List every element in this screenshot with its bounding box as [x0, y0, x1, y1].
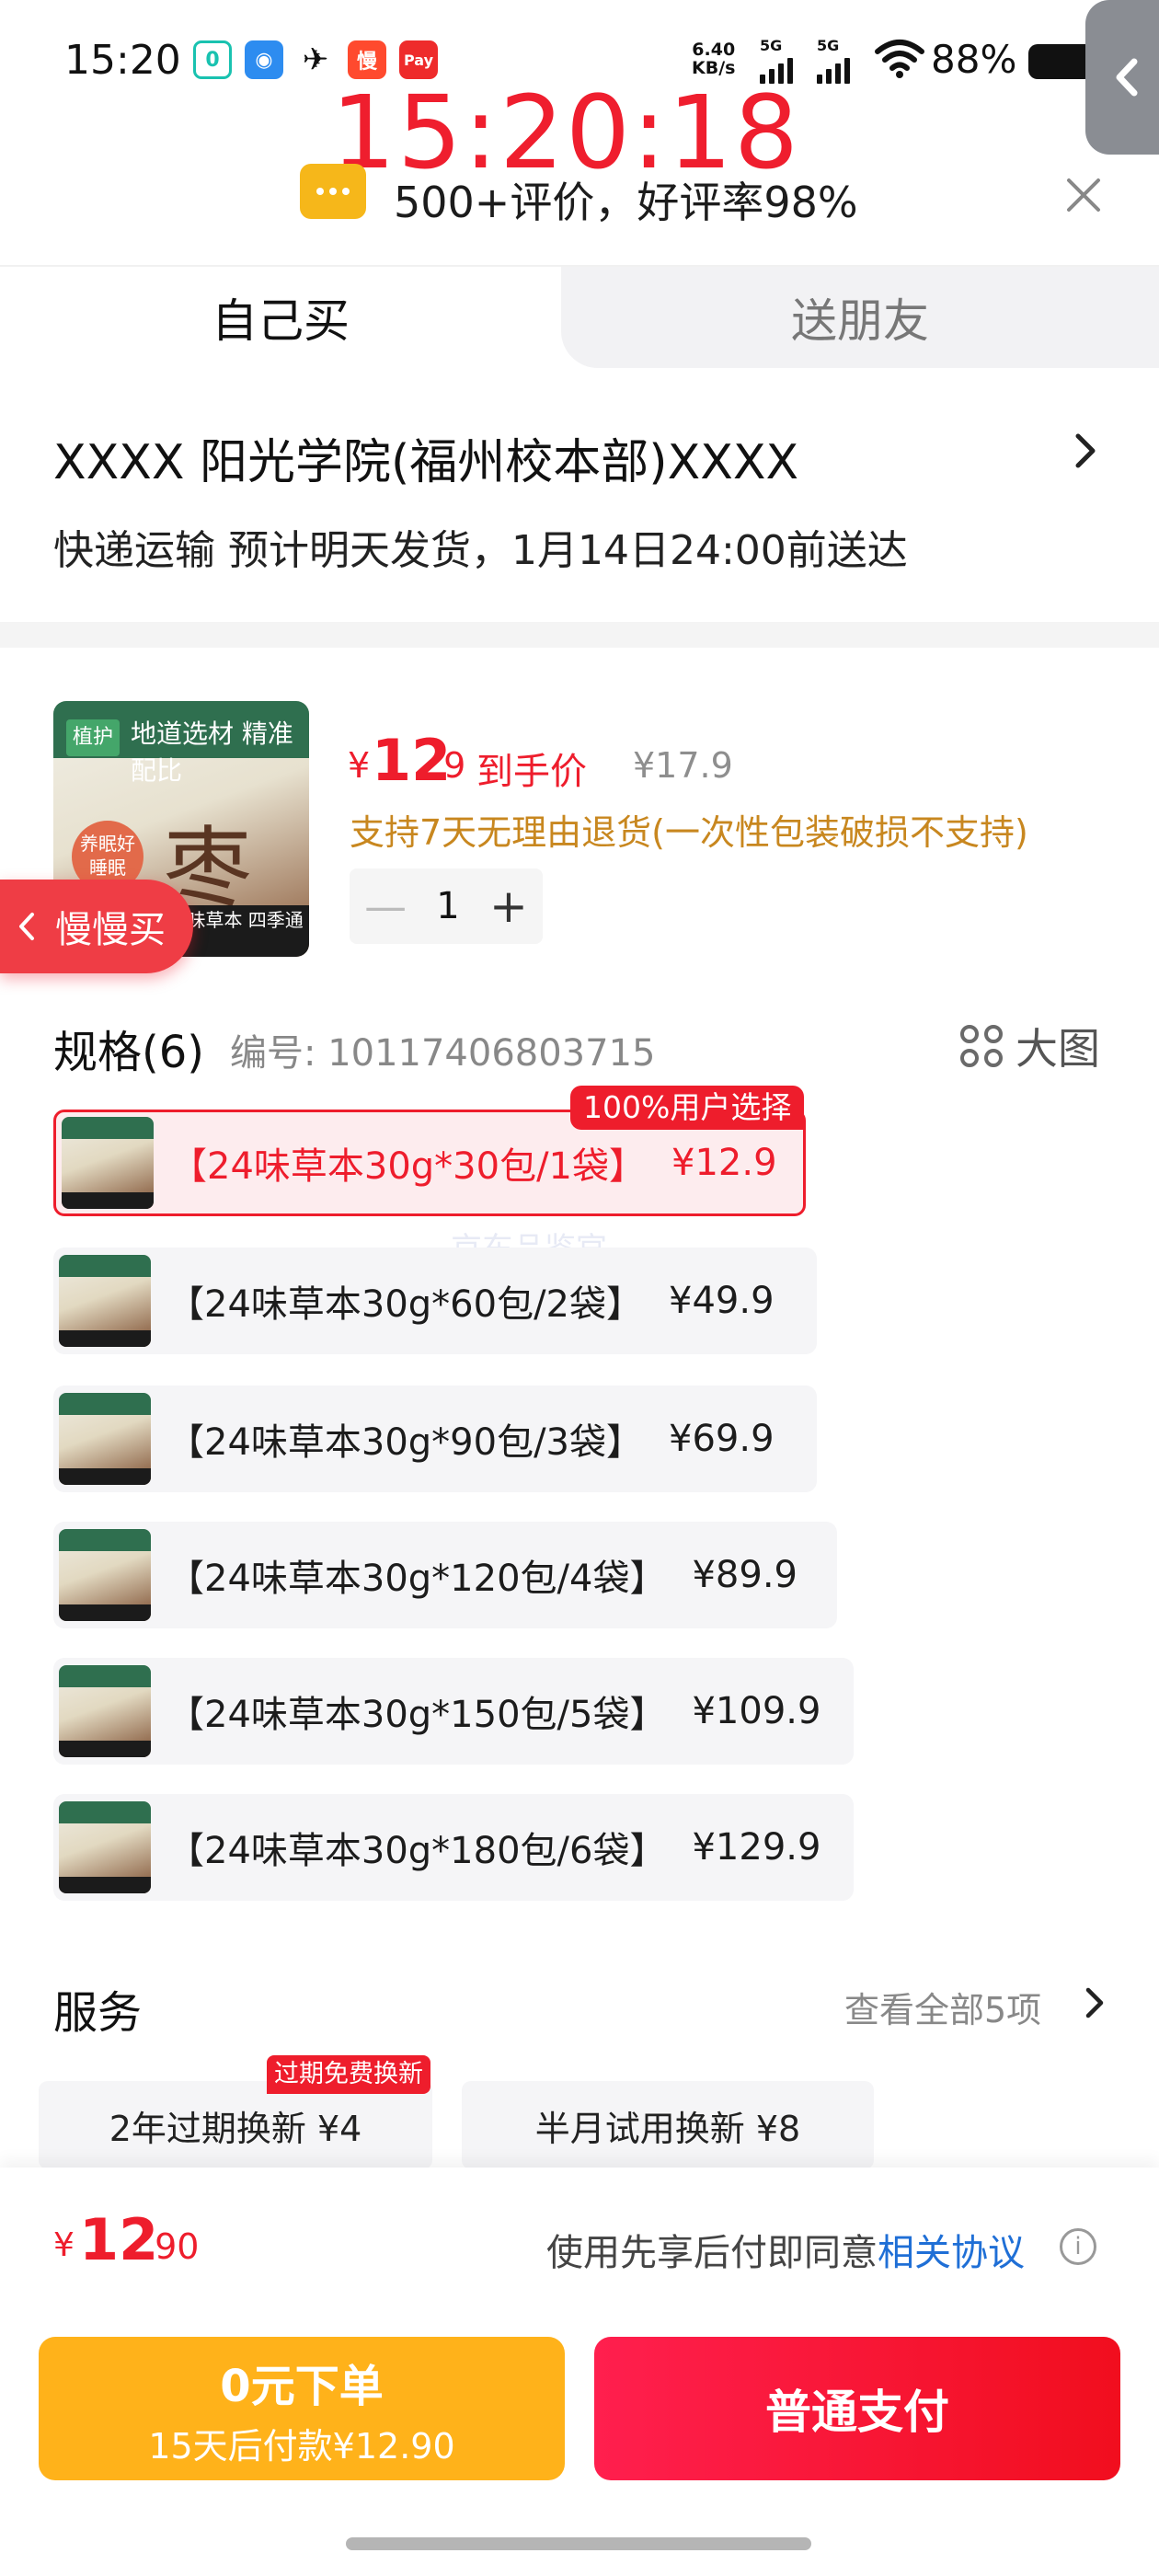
- service-title: 服务: [53, 1987, 143, 2039]
- slow-buy-floating-button[interactable]: 慢慢买: [0, 880, 193, 973]
- spec-option-price: ¥12.9: [671, 1142, 777, 1184]
- signal-2-label: 5G: [817, 37, 840, 54]
- home-indicator[interactable]: [346, 2537, 811, 2550]
- spec-option-image: [59, 1255, 151, 1347]
- total-currency: ¥: [53, 2226, 75, 2264]
- spec-option[interactable]: 【24味草本30g*90包/3袋】 ¥69.9: [53, 1386, 817, 1492]
- spec-option-image: [59, 1393, 151, 1485]
- product-image-brand-tag: 植护: [66, 719, 120, 756]
- spec-title: 规格(6): [53, 1027, 204, 1078]
- quantity-stepper: — 1 +: [350, 868, 543, 944]
- spec-code: 编号: 10117406803715: [230, 1032, 656, 1075]
- spec-option-name: 【24味草本30g*120包/4袋】: [167, 1558, 667, 1600]
- chevron-right-icon[interactable]: [1073, 431, 1098, 471]
- net-speed-value: 6.40: [692, 40, 736, 60]
- chevron-right-icon[interactable]: [1084, 1985, 1106, 2020]
- spec-option-name: 【24味草本30g*150包/5袋】: [167, 1694, 667, 1736]
- pay-later-button[interactable]: 0元下单 15天后付款¥12.90: [39, 2337, 565, 2480]
- quantity-value[interactable]: 1: [436, 885, 459, 927]
- spec-option[interactable]: 【24味草本30g*120包/4袋】 ¥89.9: [53, 1522, 837, 1628]
- service-option-label: 2年过期换新 ¥4: [109, 2108, 362, 2149]
- decrease-button[interactable]: —: [364, 881, 407, 931]
- slow-buy-label: 慢慢买: [55, 909, 166, 951]
- shipping-estimate: 快递运输 预计明天发货，1月14日24:00前送达: [53, 527, 908, 574]
- delivery-address[interactable]: XXXX 阳光学院(福州校本部)XXXX: [53, 423, 798, 492]
- agreement-text: 使用先享后付即同意相关协议: [546, 2223, 1025, 2276]
- service-option-expiry[interactable]: 2年过期换新 ¥4: [39, 2081, 432, 2169]
- grid-icon: [960, 1025, 1003, 1067]
- net-speed: 6.40 KB/s: [692, 40, 735, 77]
- price-label: 到手价: [476, 751, 587, 793]
- service-option-trial[interactable]: 半月试用换新 ¥8: [462, 2081, 874, 2169]
- service-option-label: 半月试用换新 ¥8: [534, 2108, 801, 2149]
- original-price: ¥17.9: [633, 745, 733, 786]
- rating-text: 500+评价，好评率98%: [394, 178, 858, 227]
- spec-option[interactable]: 【24味草本30g*180包/6袋】 ¥129.9: [53, 1794, 854, 1901]
- agreement-link[interactable]: 相关协议: [878, 2232, 1025, 2274]
- spec-option-name: 【24味草本30g*180包/6袋】: [167, 1830, 667, 1872]
- service-badge: 过期免费换新: [267, 2055, 430, 2094]
- pay-later-title: 0元下单: [220, 2360, 384, 2412]
- agreement-prefix: 使用先享后付即同意: [546, 2232, 878, 2274]
- price-decimal: .9: [432, 745, 466, 786]
- service-view-all[interactable]: 查看全部5项: [844, 1982, 1041, 2032]
- close-icon[interactable]: [1056, 167, 1111, 223]
- spec-option-price: ¥109.9: [692, 1690, 821, 1732]
- spec-option-price: ¥129.9: [692, 1826, 821, 1869]
- large-image-toggle[interactable]: 大图: [960, 1016, 1100, 1076]
- spec-option-price: ¥69.9: [669, 1418, 775, 1460]
- pay-later-subtitle: 15天后付款¥12.90: [148, 2425, 455, 2467]
- info-icon[interactable]: i: [1060, 2228, 1096, 2265]
- spec-option-name: 【24味草本30g*30包/1袋】: [170, 1145, 647, 1188]
- total-decimal: .90: [143, 2226, 200, 2267]
- chevron-left-icon: [19, 913, 34, 940]
- section-divider: [0, 622, 1159, 648]
- spec-option-name: 【24味草本30g*90包/3袋】: [167, 1421, 644, 1464]
- large-image-label: 大图: [1016, 1024, 1100, 1074]
- spec-option-name: 【24味草本30g*60包/2袋】: [167, 1283, 644, 1326]
- spec-option[interactable]: 【24味草本30g*150包/5袋】 ¥109.9: [53, 1658, 854, 1765]
- chat-bubble-icon: [300, 164, 366, 219]
- increase-button[interactable]: +: [489, 880, 528, 933]
- spec-option-price: ¥89.9: [692, 1554, 798, 1596]
- spec-option-image: [59, 1665, 151, 1757]
- popular-choice-badge: 100%用户选择: [570, 1086, 805, 1130]
- price-currency: ¥: [348, 745, 371, 786]
- spec-option-image: [59, 1801, 151, 1893]
- tab-friend[interactable]: 送朋友: [561, 267, 1159, 368]
- spec-option-price: ¥49.9: [669, 1280, 775, 1322]
- spec-option-image: [62, 1117, 154, 1209]
- return-policy: 支持7天无理由退货(一次性包装破损不支持): [350, 812, 1028, 853]
- signal-1-label: 5G: [760, 37, 783, 54]
- normal-pay-button[interactable]: 普通支付: [594, 2337, 1120, 2480]
- spec-option[interactable]: 【24味草本30g*60包/2袋】 ¥49.9: [53, 1248, 817, 1354]
- tab-self[interactable]: 自己买: [0, 267, 561, 368]
- spec-option-image: [59, 1529, 151, 1621]
